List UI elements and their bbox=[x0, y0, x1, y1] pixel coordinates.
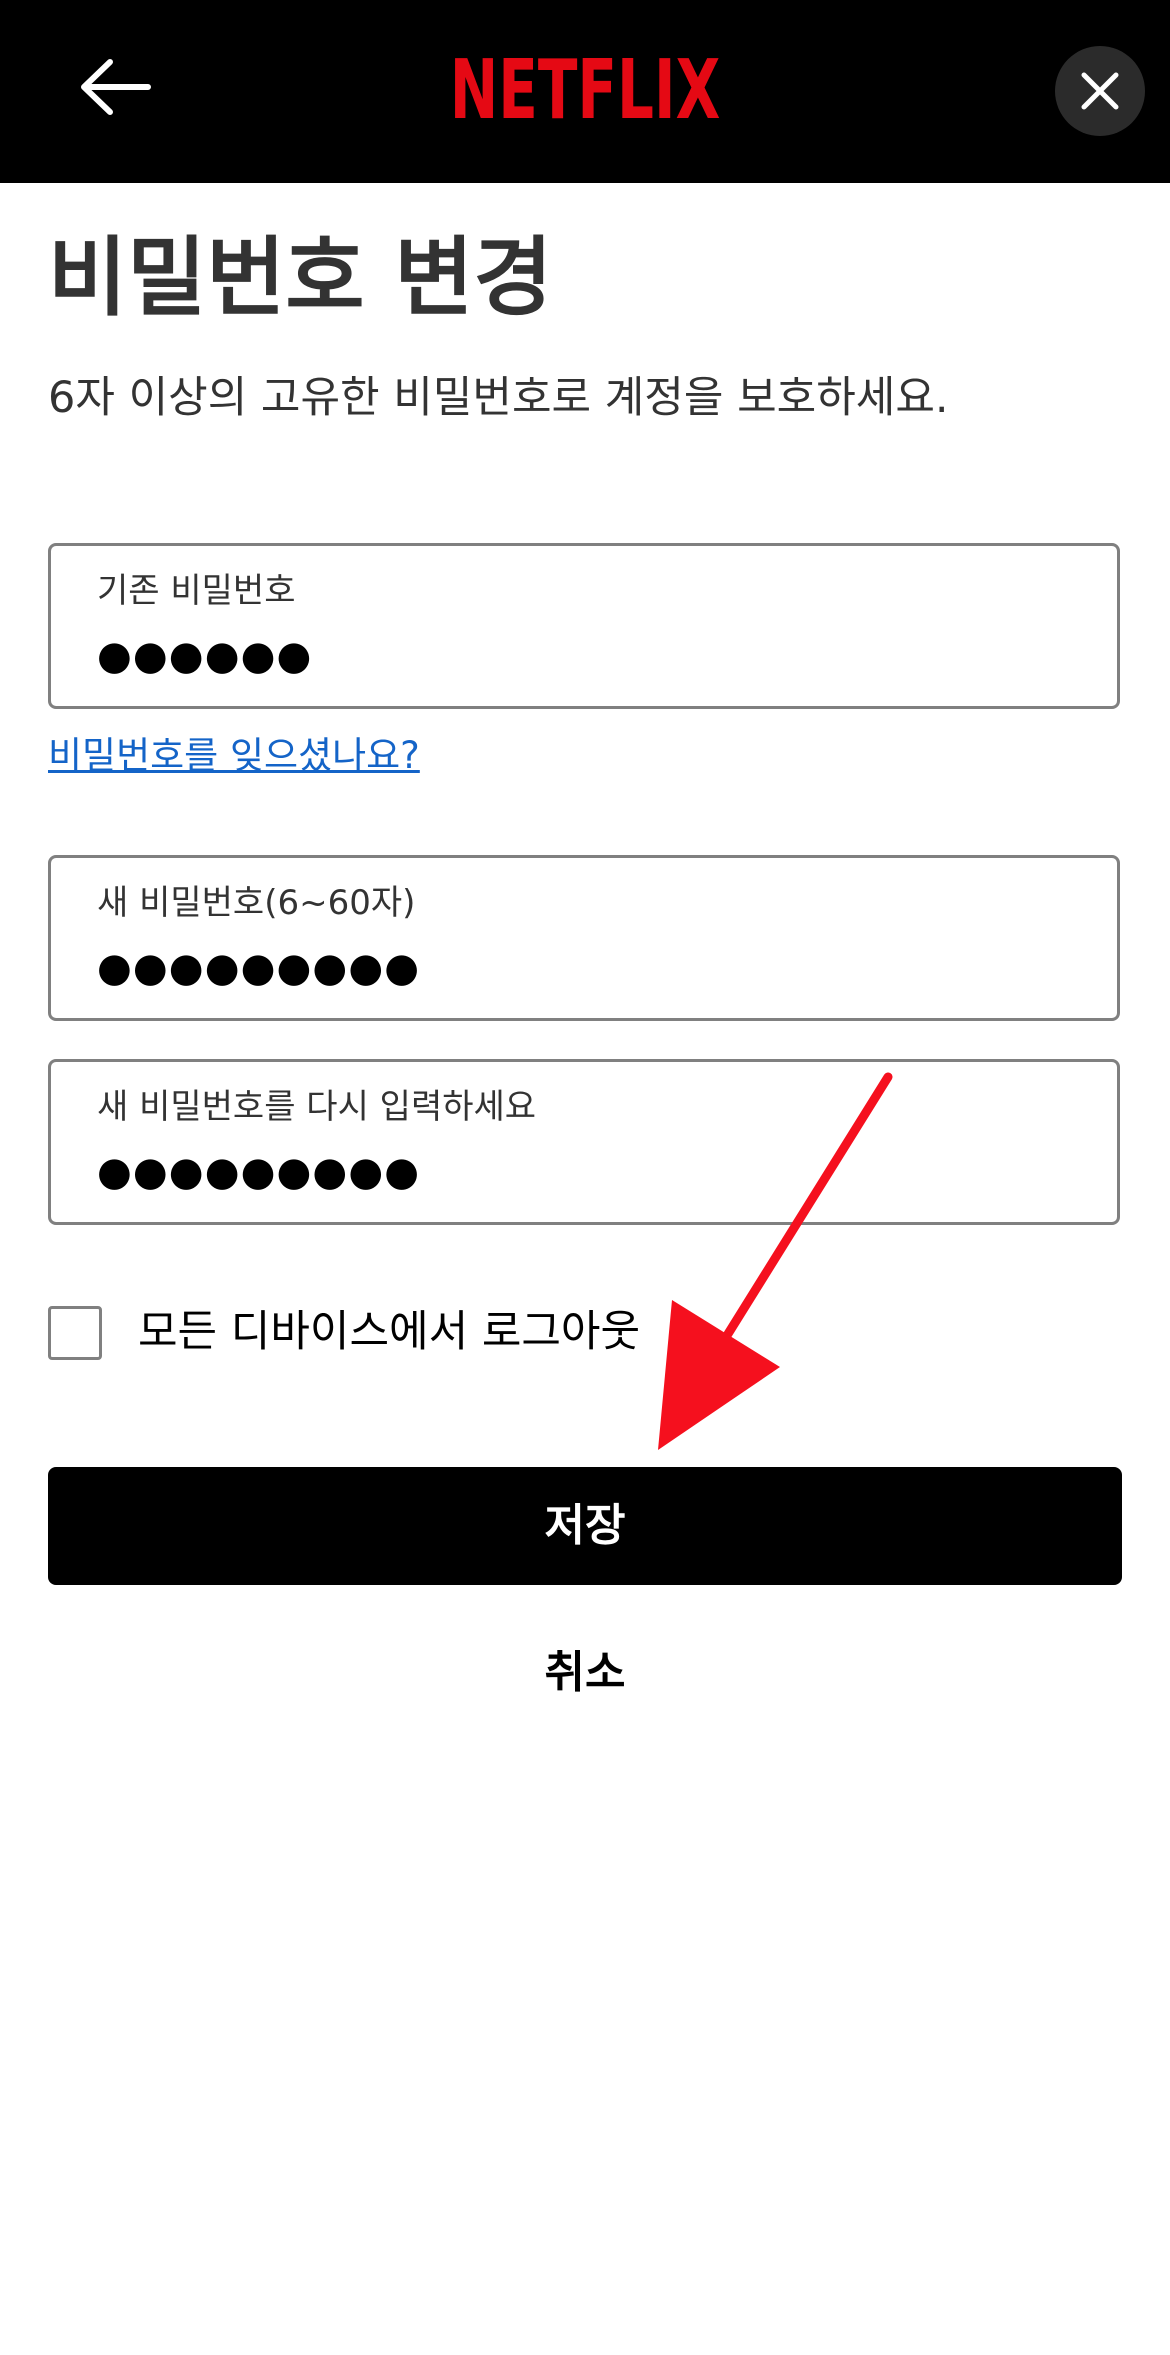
new-password-label: 새 비밀번호(6~60자) bbox=[97, 883, 416, 923]
header-bar: NETFLIX bbox=[0, 0, 1170, 183]
confirm-password-label: 새 비밀번호를 다시 입력하세요 bbox=[97, 1087, 537, 1127]
arrow-left-icon bbox=[81, 59, 151, 115]
netflix-logo: NETFLIX bbox=[0, 40, 1170, 137]
close-icon bbox=[1081, 72, 1119, 110]
logout-all-devices-label: 모든 디바이스에서 로그아웃 bbox=[138, 1307, 641, 1357]
confirm-password-field[interactable]: 새 비밀번호를 다시 입력하세요 ●●●●●●●●● bbox=[48, 1059, 1120, 1225]
page-title: 비밀번호 변경 bbox=[48, 228, 553, 328]
confirm-password-value: ●●●●●●●●● bbox=[97, 1149, 421, 1195]
forgot-password-link[interactable]: 비밀번호를 잊으셨나요? bbox=[48, 728, 420, 784]
page-subtitle: 6자 이상의 고유한 비밀번호로 계정을 보호하세요. bbox=[48, 373, 949, 423]
back-button[interactable] bbox=[72, 50, 156, 134]
current-password-value: ●●●●●● bbox=[97, 633, 313, 679]
current-password-label: 기존 비밀번호 bbox=[97, 571, 296, 611]
new-password-value: ●●●●●●●●● bbox=[97, 945, 421, 991]
close-button[interactable] bbox=[1055, 46, 1145, 136]
logout-all-devices-checkbox[interactable] bbox=[48, 1306, 102, 1360]
new-password-field[interactable]: 새 비밀번호(6~60자) ●●●●●●●●● bbox=[48, 855, 1120, 1021]
svg-text:NETFLIX: NETFLIX bbox=[450, 41, 721, 130]
current-password-field[interactable]: 기존 비밀번호 ●●●●●● bbox=[48, 543, 1120, 709]
cancel-button[interactable]: 취소 bbox=[435, 1638, 735, 1708]
save-button[interactable]: 저장 bbox=[48, 1467, 1122, 1585]
